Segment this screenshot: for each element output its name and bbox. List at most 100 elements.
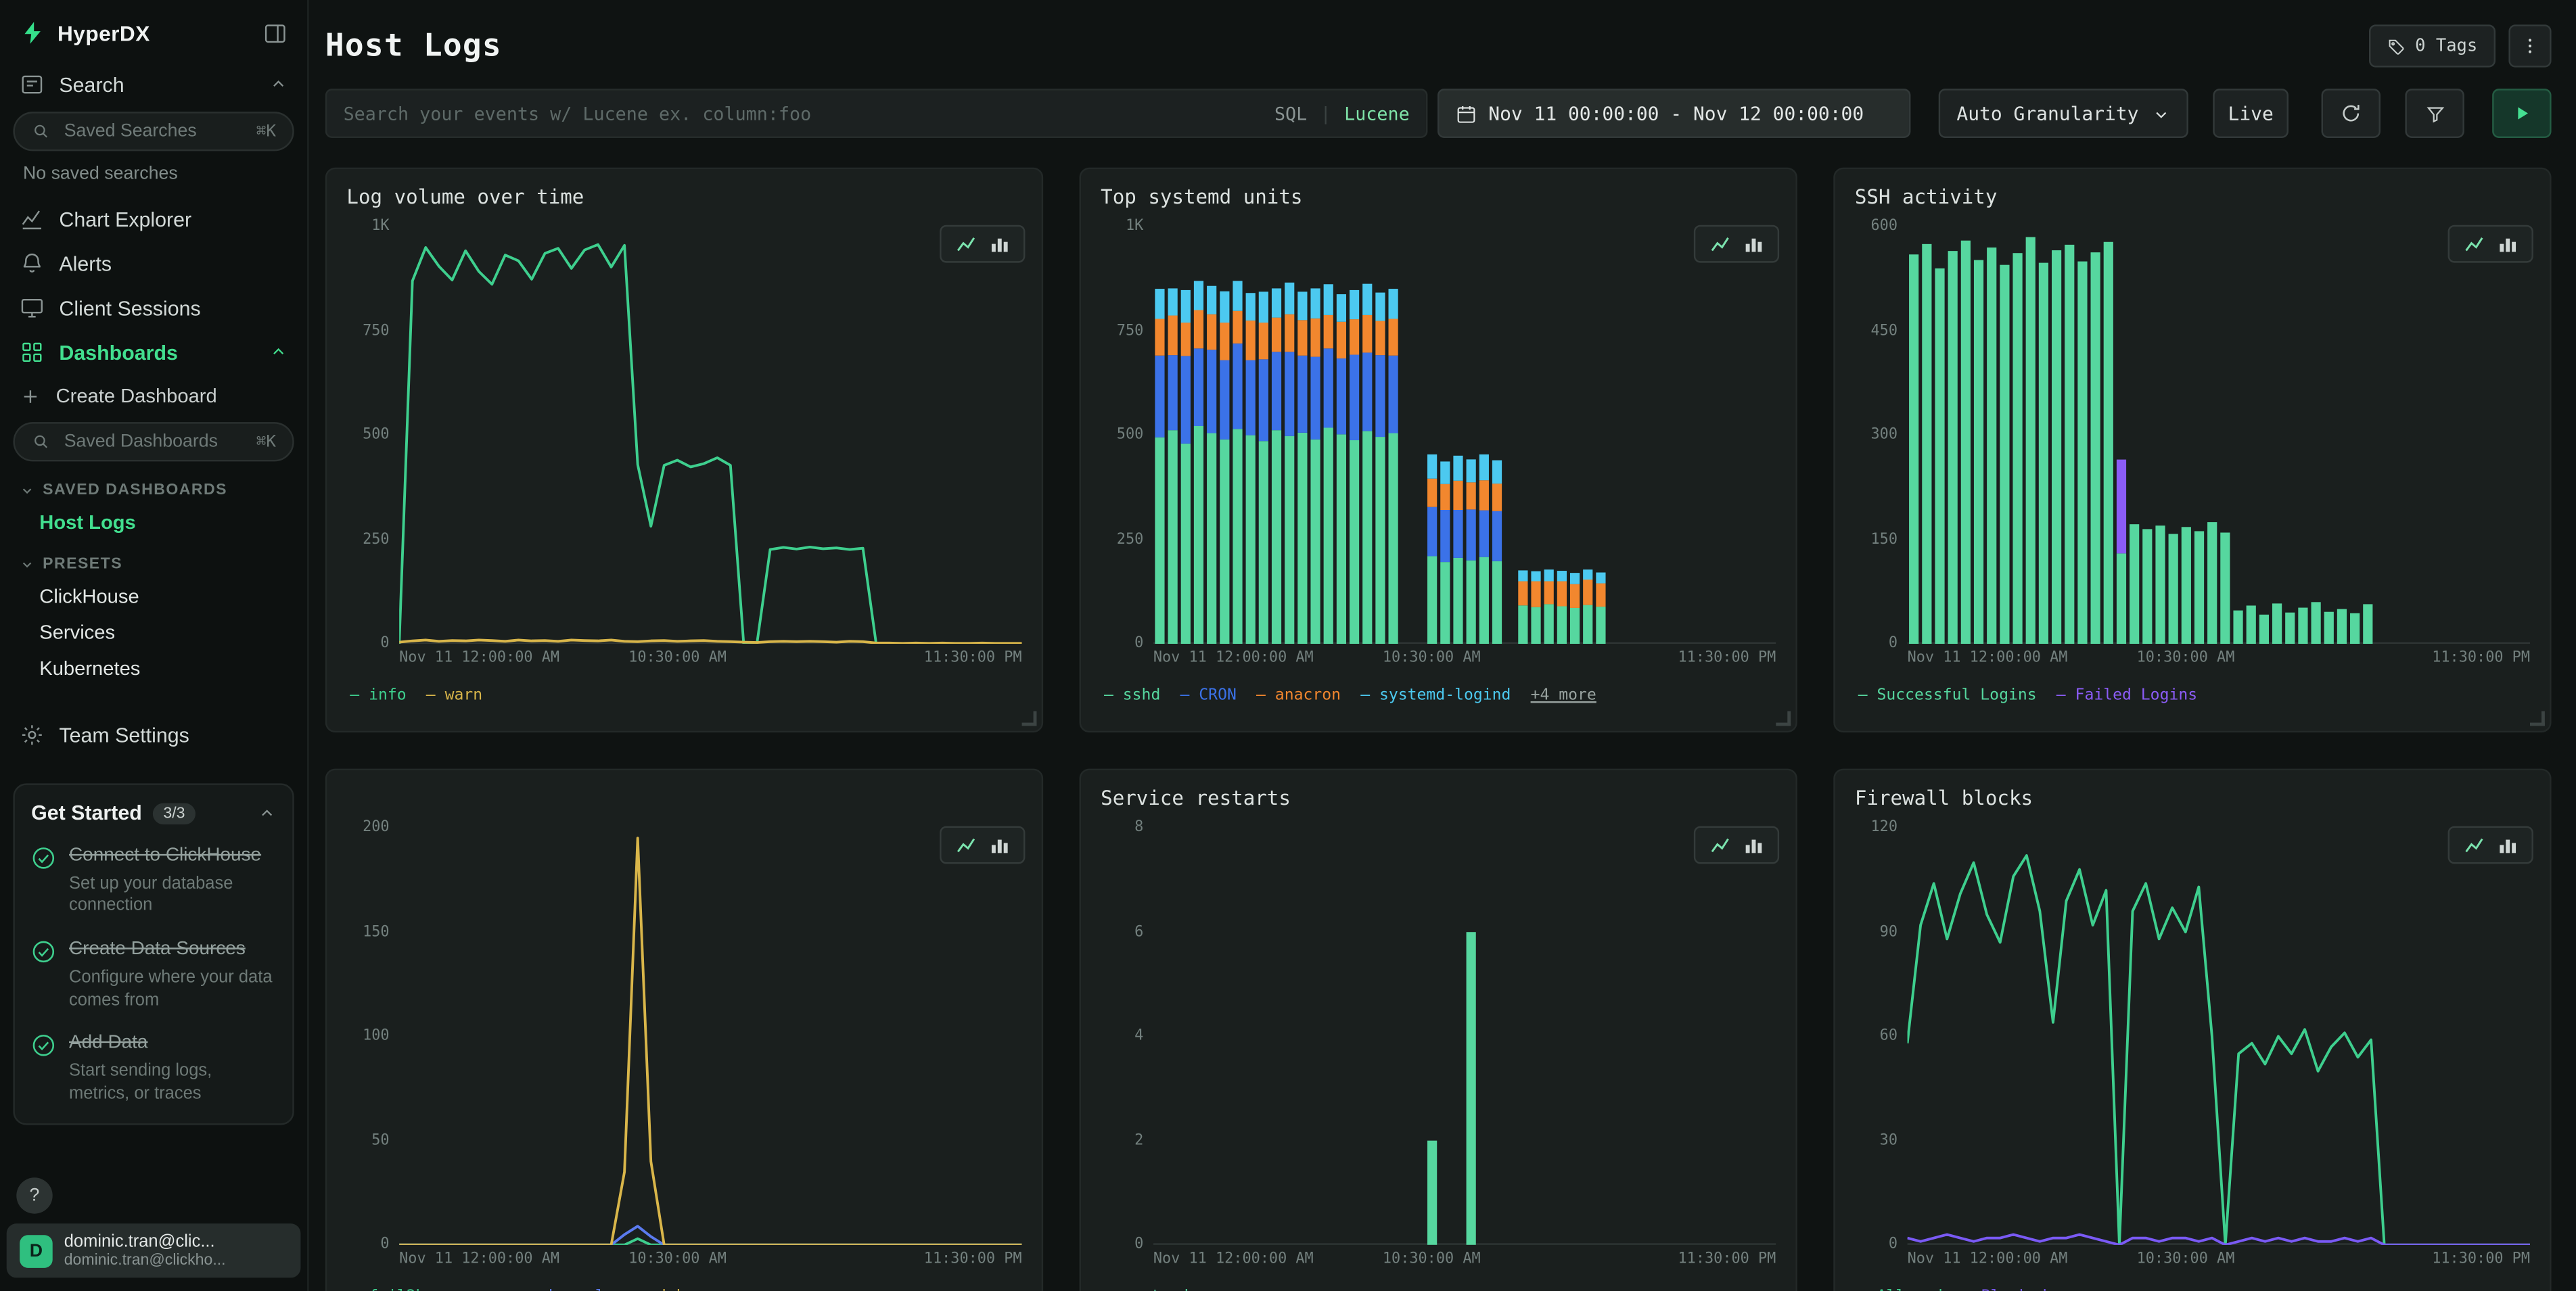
get-started-step[interactable]: Create Data Sources Configure where your… [31,938,276,1012]
gear-icon [20,723,44,747]
line-chart-icon[interactable] [2462,233,2485,255]
legend-item[interactable]: — Allowed [1858,1288,1943,1291]
section-saved-dashboards[interactable]: SAVED DASHBOARDS [0,467,307,504]
line-chart-icon[interactable] [1709,835,1732,856]
legend-item[interactable]: — systemd [1104,1288,1189,1291]
sidebar-item-client-sessions[interactable]: Client Sessions [0,286,307,331]
check-circle-icon [31,846,55,918]
sql-toggle[interactable]: SQL [1274,103,1307,124]
preset-link-clickhouse[interactable]: ClickHouse [0,578,307,614]
bar-chart-icon[interactable] [989,835,1011,856]
y-tick: 500 [1117,427,1144,443]
chevron-down-icon [20,483,34,498]
legend-item[interactable]: — sshd [1104,686,1160,705]
y-tick: 300 [1870,427,1898,443]
legend-item[interactable]: — sshd [624,1288,681,1291]
get-started-header[interactable]: Get Started 3/3 [31,801,276,824]
x-tick: 11:30:00 PM [924,651,1022,667]
section-presets[interactable]: PRESETS [0,540,307,578]
chart-legend: — Successful Logins — Failed Logins [1858,686,2530,705]
line-chart-icon[interactable] [954,835,978,856]
legend-item[interactable]: — systemd-logind [1360,686,1511,705]
y-tick: 2 [1134,1132,1143,1148]
dashboard-link-host-logs[interactable]: Host Logs [0,504,307,540]
chart-type-toggle[interactable] [940,826,1025,864]
x-tick: 11:30:00 PM [924,1252,1022,1268]
preset-link-kubernetes[interactable]: Kubernetes [0,651,307,686]
sidebar-item-chart-explorer[interactable]: Chart Explorer [0,197,307,241]
legend-item[interactable]: — warn [426,686,482,705]
y-tick: 50 [371,1132,389,1148]
y-tick: 100 [363,1028,390,1044]
legend-item[interactable]: — Successful Logins [1858,686,2037,705]
line-chart-icon[interactable] [1709,233,1732,255]
chart-type-toggle[interactable] [940,225,1025,263]
refresh-button[interactable] [2322,89,2380,138]
legend-item[interactable]: — kernel [530,1288,605,1291]
sidebar-item-search[interactable]: Search [0,62,307,107]
tags-button[interactable]: 0 Tags [2369,24,2496,67]
legend-item[interactable]: — info [350,686,406,705]
toolbar: SQL | Lucene Nov 11 00:00:00 - Nov 12 00… [325,89,2552,138]
lucene-toggle[interactable]: Lucene [1344,103,1410,124]
bar-chart-icon[interactable] [2497,835,2518,856]
panel-title: Firewall blocks [1855,787,2530,811]
saved-searches-field[interactable] [61,120,246,143]
y-tick: 250 [363,532,390,548]
y-tick: 750 [363,323,390,339]
y-tick: 450 [1870,323,1898,339]
legend-more-link[interactable]: +4 more [1531,686,1596,705]
sidebar-collapse-icon[interactable] [263,20,288,45]
chart-type-toggle[interactable] [2448,826,2533,864]
time-range-picker[interactable]: Nov 11 00:00:00 - Nov 12 00:00:00 [1438,89,1910,138]
panel-title: SSH activity [1855,185,2530,210]
x-tick: Nov 11 12:00:00 AM [1153,1252,1314,1268]
x-tick: 10:30:00 AM [2137,651,2235,667]
bar-chart-icon[interactable] [1743,835,1765,856]
get-started-progress-badge: 3/3 [154,802,195,824]
chevron-up-icon [269,76,288,94]
granularity-select[interactable]: Auto Granularity [1939,89,2188,138]
line-chart-icon[interactable] [2462,835,2485,856]
saved-dashboards-input[interactable]: ⌘K [13,422,294,461]
bar-chart-icon[interactable] [1743,233,1765,255]
run-query-button[interactable] [2492,89,2551,138]
help-button[interactable]: ? [16,1177,52,1213]
search-list-icon [20,72,44,97]
bar-chart-icon[interactable] [2497,233,2518,255]
event-search-input[interactable] [327,103,1274,124]
legend-item[interactable]: — CRON [1180,686,1237,705]
saved-dashboards-field[interactable] [61,430,246,453]
legend-item[interactable]: — Failed Logins [2056,686,2197,705]
get-started-step[interactable]: Connect to ClickHouse Set up your databa… [31,844,276,918]
filter-button[interactable] [2405,89,2464,138]
line-chart-icon[interactable] [954,233,978,255]
preset-link-services[interactable]: Services [0,614,307,650]
sidebar-item-label: Client Sessions [59,296,200,319]
step-title: Create Data Sources [69,938,276,964]
more-menu-button[interactable] [2508,24,2551,67]
sidebar-item-team-settings[interactable]: Team Settings [0,713,307,757]
shortcut-badge: ⌘K [256,433,276,451]
sidebar-item-dashboards[interactable]: Dashboards [0,330,307,375]
bar-chart-icon[interactable] [989,233,1011,255]
get-started-step[interactable]: Add Data Start sending logs, metrics, or… [31,1032,276,1106]
live-button[interactable]: Live [2213,89,2288,138]
sidebar-item-label: Create Dashboard [56,384,217,407]
chart-type-toggle[interactable] [2448,225,2533,263]
step-subtitle: Configure where your data comes from [69,967,276,1012]
legend-item[interactable]: — Blocked [1962,1288,2047,1291]
y-tick: 4 [1134,1028,1143,1044]
x-tick: 11:30:00 PM [2432,1252,2530,1268]
chart-type-toggle[interactable] [1694,225,1779,263]
user-menu[interactable]: D dominic.tran@clic... dominic.tran@clic… [7,1223,301,1277]
plus-icon [20,385,41,406]
step-title: Connect to ClickHouse [69,844,276,870]
create-dashboard-button[interactable]: Create Dashboard [0,375,307,417]
sidebar-item-alerts[interactable]: Alerts [0,241,307,286]
saved-searches-input[interactable]: ⌘K [13,112,294,151]
chart-type-toggle[interactable] [1694,826,1779,864]
legend-item[interactable]: — fail2ban-server [350,1288,509,1291]
sidebar-item-label: Search [59,73,124,96]
legend-item[interactable]: — anacron [1256,686,1341,705]
